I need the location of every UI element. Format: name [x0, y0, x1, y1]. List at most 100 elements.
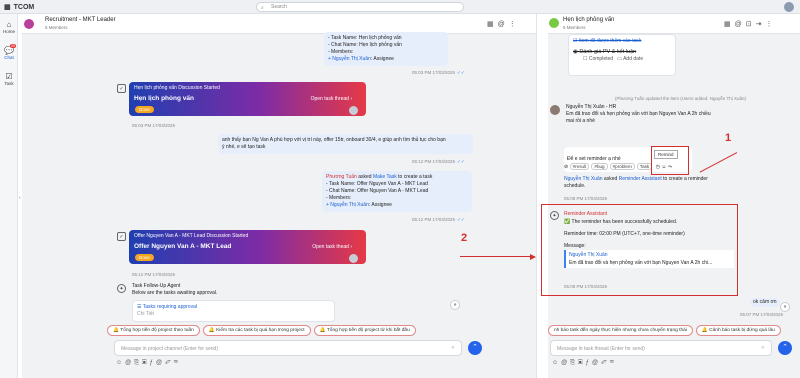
make-task-message: Phương Tuấn asked Make Task to create a … — [322, 171, 472, 212]
assistant-time: 05:08 PM 17/03/2026 — [564, 284, 608, 289]
assistant-link[interactable]: Reminder Assistant — [619, 176, 662, 182]
annotation-number-2: 2 — [461, 232, 468, 244]
chip-overdue-tasks[interactable]: 🔔 Kiểm tra các task bị quá hạn trong pro… — [202, 325, 311, 336]
more-icon[interactable]: ⋮ — [509, 21, 520, 28]
actor-name[interactable]: Phương Tuấn — [326, 174, 357, 180]
quote-text: Em đã trao đổi và hẹn phỏng vấn với bạn … — [569, 260, 713, 266]
checklist-item-1[interactable]: ☑ Item đã được thêm vào task — [573, 38, 671, 45]
link-icon[interactable]: ⚭ — [610, 360, 618, 366]
image-icon[interactable]: ▣ — [142, 360, 150, 366]
checklist-item-2[interactable]: ◉ Đánh giá PV & kết luận — [573, 49, 671, 56]
nav-home-label: Home — [2, 29, 15, 34]
task-name-line-2: - Task Name: Offer Nguyen Van A - MKT Le… — [326, 181, 428, 187]
tag-bug[interactable]: #bug — [591, 163, 608, 170]
read-check-icon: ✓✓ — [457, 70, 465, 75]
chip-stuck-task[interactable]: 🔔 Cảnh báo task bị đứng quá lâu — [695, 325, 781, 336]
members-line-2: - Members: — [326, 195, 352, 201]
open-thread-link[interactable]: Open task thread › — [311, 96, 352, 102]
task-created-message: - Task Name: Hẹn lịch phỏng vấn - Chat N… — [324, 32, 448, 66]
discussion-card-2[interactable]: Offer Nguyen Van A - MKT Lead Discussion… — [129, 230, 366, 264]
mention-icon[interactable]: @ — [498, 21, 509, 28]
chip-label: Cảnh báo task bị đứng quá lâu — [709, 328, 775, 333]
chat-name-line: - Chat Name: Hẹn lịch phỏng vấn — [328, 42, 402, 48]
card-title: Hẹn lịch phỏng vấn — [134, 95, 194, 102]
apps-grid-icon[interactable]: ▦ — [4, 3, 11, 11]
user-avatar[interactable] — [784, 2, 794, 12]
ai-sparkle-icon[interactable]: ✧ — [761, 345, 765, 351]
open-thread-label-2: Open task thead — [312, 244, 349, 250]
left-navigation: ⌂ Home 💬 20 Chat ☑ Task — [0, 14, 18, 378]
asked-time: 05:08 PM 17/03/2026 — [564, 196, 608, 201]
approval-card[interactable]: ☰ Tasks requiring approval Chi Tiết — [132, 300, 335, 322]
mention-icon[interactable]: @ — [735, 21, 746, 28]
reminder-time: Reminder time: 02:00 PM (UTC+7, one-time… — [564, 231, 685, 237]
message-label: Message: — [564, 243, 586, 249]
read-check-icon: ✓✓ — [457, 217, 465, 222]
chip-progress-since-start[interactable]: 🔔 Tổng hợp tiến độ project từ khi bắt đầ… — [313, 325, 416, 336]
link-icon[interactable]: ⚭ — [174, 360, 182, 366]
attach-icon[interactable]: ⎘ — [570, 360, 578, 366]
actor-link[interactable]: Nguyễn Thị Xuân — [564, 176, 603, 182]
message-text-2: mai rồi a nhé — [566, 118, 595, 124]
at-icon[interactable]: @ — [592, 360, 601, 366]
mention-icon[interactable]: @ — [561, 360, 570, 366]
channel-members: 5 Members — [45, 25, 68, 30]
card-time-2: 05:12 PM 17/03/2026 — [132, 272, 176, 277]
member-link[interactable]: + Nguyễn Thị Xuân — [328, 56, 371, 62]
task-icon: ☑ — [5, 72, 13, 81]
sticker-icon[interactable]: ✐ — [165, 360, 173, 366]
emoji-icon[interactable]: ☺ — [116, 360, 125, 366]
agent-name: Task Follow-Up Agent — [132, 283, 181, 289]
rest-text: to create a task — [396, 174, 433, 180]
nav-chat[interactable]: 💬 20 Chat — [0, 44, 18, 60]
nav-home[interactable]: ⌂ Home — [0, 20, 18, 34]
quoted-message[interactable]: Nguyễn Thị Xuân Em đã trao đổi và hẹn ph… — [564, 250, 734, 268]
card-caption: Hẹn lịch phỏng vấn Discussion Started — [134, 85, 220, 91]
tag-result[interactable]: #result — [569, 163, 590, 170]
emoji-icon[interactable]: ☺ — [552, 360, 561, 366]
thread-members: 5 Members — [563, 25, 586, 30]
collapse-sidebar-icon[interactable]: ‹ — [19, 195, 21, 201]
thread-messages: ☑ Item đã được thêm vào task ◉ Đánh giá … — [541, 34, 800, 378]
completed-label: Completed — [588, 56, 614, 62]
search-icon: ⌕ — [261, 5, 264, 11]
grid-icon[interactable]: ▦ — [724, 21, 735, 28]
sticker-icon[interactable]: ✐ — [601, 360, 609, 366]
mention-icon[interactable]: @ — [125, 360, 134, 366]
member-link-2[interactable]: + Nguyễn Thị Xuân — [326, 202, 369, 208]
assignee-avatar — [349, 106, 358, 115]
ai-sparkle-icon[interactable]: ✧ — [451, 345, 455, 351]
image-icon[interactable]: ▣ — [578, 360, 586, 366]
checklist-item-2-text: Đánh giá PV & kết luận — [579, 49, 637, 55]
attach-icon[interactable]: ⎘ — [134, 360, 142, 366]
read-check-icon: ✓✓ — [457, 159, 465, 164]
at-icon[interactable]: @ — [156, 360, 165, 366]
tag-task[interactable]: Task — [636, 163, 653, 170]
scroll-down-button-2[interactable]: » — [780, 302, 790, 312]
reminder-assistant-message: Reminder Assistant ✅ The reminder has be… — [564, 210, 734, 268]
open-thread-link-2[interactable]: Open task thead › — [312, 244, 352, 250]
exit-icon[interactable]: ⇥ — [756, 21, 766, 28]
thread-message-input[interactable]: Message in task thread (Enter for send) … — [550, 340, 772, 356]
scroll-down-button[interactable]: » — [450, 300, 460, 310]
reminder-assistant-icon: ✦ — [550, 211, 559, 220]
send-button[interactable]: ⌃ — [468, 341, 482, 355]
asked-reminder-message: Nguyễn Thị Xuân asked Reminder Assistant… — [564, 176, 764, 190]
top-bar: ▦ TCOM ⌕ Search — [0, 0, 800, 14]
attach-icon[interactable]: ⊘ — [564, 164, 568, 170]
chip-pending-status[interactable]: nh báo task đến ngày thực hiện nhưng chư… — [548, 325, 693, 336]
message-time-2: 05:12 PM 17/03/2026 ✓✓ — [412, 159, 465, 165]
send-button-2[interactable]: ⌃ — [778, 341, 792, 355]
add-date-label[interactable]: Add date — [623, 56, 643, 62]
chip-label: Tổng hợp tiến độ project theo tuần — [120, 328, 194, 333]
discussion-card[interactable]: Hẹn lịch phỏng vấn Discussion Started Hẹ… — [129, 82, 366, 116]
more-icon[interactable]: ⋮ — [765, 21, 776, 28]
search-input[interactable]: ⌕ Search — [256, 2, 464, 12]
chip-weekly-progress[interactable]: 🔔 Tổng hợp tiến độ project theo tuần — [107, 325, 200, 336]
tag-problem[interactable]: #problem — [609, 163, 635, 170]
make-task-link[interactable]: Make Task — [373, 174, 397, 180]
details-icon[interactable]: ⊡ — [746, 21, 756, 28]
grid-icon[interactable]: ▦ — [487, 21, 498, 28]
nav-task[interactable]: ☑ Task — [0, 72, 18, 86]
channel-message-input[interactable]: Message in project channel (Enter for se… — [114, 340, 462, 356]
